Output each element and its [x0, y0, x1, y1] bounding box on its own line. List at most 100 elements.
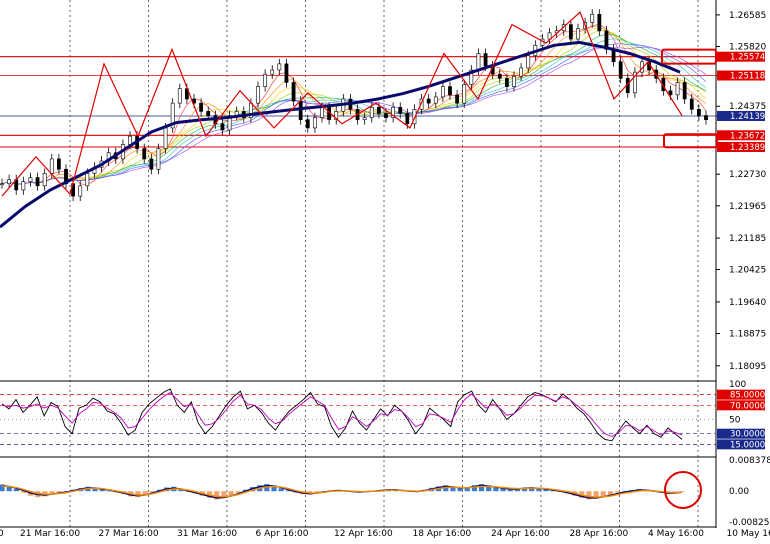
price-level-label: 1.25574 — [730, 53, 765, 63]
candle-body — [591, 14, 594, 22]
time-tick-label: 10 May 16:00 — [727, 529, 770, 539]
candle-body — [484, 54, 487, 66]
candle-body — [178, 89, 181, 103]
candle-body — [569, 25, 572, 39]
candle-body — [598, 14, 601, 31]
chart-background — [0, 0, 770, 540]
time-tick-label: 28 Apr 16:00 — [570, 529, 629, 539]
candle-body — [8, 180, 11, 184]
candle-body — [271, 70, 274, 74]
candle-body — [86, 173, 89, 185]
time-axis[interactable]: 0 21 Mar 16:00 27 Mar 16:00 31 Mar 16:00 6 A… — [0, 529, 770, 539]
candle-body — [669, 91, 672, 95]
candle-body — [456, 95, 459, 103]
candle-body — [143, 149, 146, 159]
time-tick-label: 18 Apr 16:00 — [413, 529, 472, 539]
candle-body — [57, 159, 60, 169]
oscillator-level-label: 15.0000 — [730, 440, 765, 450]
candle-body — [29, 178, 32, 182]
candle-body — [164, 128, 167, 149]
candle-body — [512, 76, 515, 86]
price-tick-label: 1.22730 — [729, 170, 766, 180]
candle-body — [221, 124, 224, 130]
time-tick-label: 24 Apr 16:00 — [491, 529, 550, 539]
candle-body — [256, 87, 259, 104]
oscillator-level-label: 85.0000 — [730, 391, 765, 401]
oscillator-level-label: 70.0000 — [730, 401, 765, 411]
candle-body — [704, 116, 707, 120]
histogram-bar — [458, 488, 463, 491]
price-tick-label: 1.21185 — [729, 234, 766, 244]
candle-body — [690, 99, 693, 109]
candle-body — [43, 173, 46, 185]
candle-body — [683, 82, 686, 99]
candle-body — [128, 136, 131, 144]
candle-body — [200, 103, 203, 111]
trading-chart: 1.26585 1.25820 1.24375 1.22730 1.21965 1.211… — [0, 0, 770, 540]
candle-body — [278, 64, 281, 70]
candle-body — [363, 118, 366, 120]
histogram-tick-label: -0.0082573 — [729, 518, 770, 528]
candle-body — [285, 64, 288, 83]
oscillator-level-label: 30.0000 — [730, 430, 765, 440]
candle-body — [36, 178, 39, 186]
histogram-tick-label: 0.00 — [729, 487, 749, 497]
candle-body — [50, 159, 53, 173]
candle-body — [527, 56, 530, 68]
candle-body — [79, 186, 82, 196]
candle-body — [619, 62, 622, 79]
price-tick-label: 1.20425 — [729, 266, 766, 276]
candle-body — [157, 149, 160, 170]
candle-body — [299, 101, 302, 120]
candle-body — [427, 99, 430, 103]
oscillator-tick-label: 100 — [729, 380, 746, 390]
candle-body — [505, 78, 508, 86]
candle-body — [150, 159, 153, 169]
price-tick-label: 1.26585 — [729, 11, 766, 21]
candle-body — [320, 107, 323, 117]
time-tick-label: 27 Mar 16:00 — [99, 529, 159, 539]
candle-body — [676, 82, 679, 94]
candle-body — [697, 109, 700, 115]
candle-body — [292, 82, 295, 101]
candle-body — [384, 113, 387, 117]
price-level-label: 1.25118 — [730, 72, 765, 82]
price-tick-label: 1.18875 — [729, 330, 766, 340]
price-level-label: 1.23389 — [730, 143, 765, 153]
time-tick-label: 21 Mar 16:00 — [20, 529, 80, 539]
candle-body — [463, 85, 466, 104]
candle-body — [576, 29, 579, 39]
candle-body — [264, 74, 267, 86]
candle-body — [434, 97, 437, 103]
candle-body — [377, 107, 380, 113]
candle-body — [0, 184, 3, 185]
time-tick-label: 12 Apr 16:00 — [334, 529, 393, 539]
time-tick-label: 31 Mar 16:00 — [177, 529, 237, 539]
price-tick-label: 1.21965 — [729, 202, 766, 212]
candle-body — [313, 118, 316, 128]
time-tick-label: 0 — [0, 529, 4, 539]
candle-body — [406, 113, 409, 123]
candle-body — [22, 182, 25, 190]
price-tick-label: 1.24375 — [729, 102, 766, 112]
chart-canvas: 1.26585 1.25820 1.24375 1.22730 1.21965 1.211… — [0, 0, 770, 540]
candle-body — [498, 74, 501, 78]
candle-body — [207, 111, 210, 115]
oscillator-tick-label: 50 — [729, 416, 741, 426]
price-tick-label: 1.19640 — [729, 298, 766, 308]
price-level-label: 1.24139 — [730, 112, 765, 122]
time-tick-label: 4 May 16:00 — [648, 529, 704, 539]
candle-body — [370, 107, 373, 117]
price-tick-label: 1.25820 — [729, 43, 766, 53]
candle-body — [306, 120, 309, 128]
histogram-bar — [508, 490, 513, 491]
time-tick-label: 6 Apr 16:00 — [256, 529, 309, 539]
candle-body — [441, 87, 444, 97]
candle-body — [448, 87, 451, 95]
candle-body — [477, 54, 480, 71]
price-tick-label: 1.18095 — [729, 362, 766, 372]
histogram-tick-label: 0.0083781 — [729, 456, 770, 466]
price-level-label: 1.23672 — [730, 131, 765, 141]
candle-body — [520, 68, 523, 76]
candle-body — [399, 107, 402, 113]
